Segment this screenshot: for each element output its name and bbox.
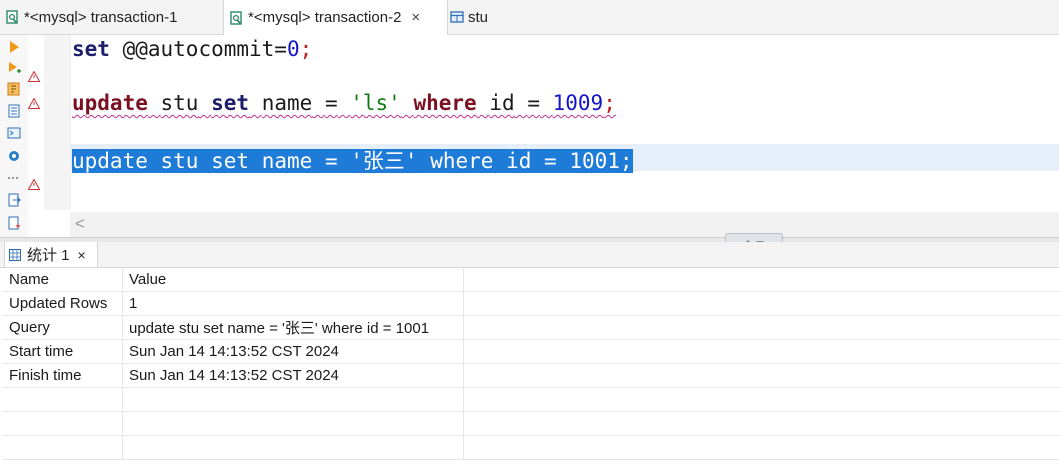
- table-row[interactable]: Finish time Sun Jan 14 14:13:52 CST 2024: [3, 364, 1059, 388]
- code-line-1[interactable]: set @@autocommit=0;: [72, 37, 312, 61]
- tab-label: *<mysql> transaction-1: [24, 9, 177, 26]
- grid-icon: [9, 249, 21, 261]
- column-header[interactable]: Value: [123, 268, 464, 292]
- semicolon: ;: [300, 37, 313, 61]
- code-line-3-selected[interactable]: update stu set name = '张三' where id = 10…: [72, 145, 633, 175]
- warning-icon: [28, 98, 40, 109]
- sql-editor[interactable]: set @@autocommit=0; update stu set name …: [0, 35, 1059, 240]
- table-cell[interactable]: Finish time: [3, 364, 123, 388]
- tab-label: stu: [468, 9, 488, 26]
- table-cell: [123, 388, 464, 412]
- tab-label: *<mysql> transaction-2: [248, 9, 401, 26]
- tab-label: 统计 1: [27, 244, 70, 265]
- code-token: id: [489, 91, 514, 115]
- close-icon[interactable]: ×: [78, 247, 86, 263]
- sql-file-icon: [230, 11, 244, 25]
- empty-cell: [464, 412, 1059, 436]
- code-token: =: [527, 91, 540, 115]
- empty-cell: [464, 292, 1059, 316]
- table-cell[interactable]: Query: [3, 316, 123, 340]
- code-token: =: [544, 149, 557, 173]
- table-cell[interactable]: Updated Rows: [3, 292, 123, 316]
- export-icon[interactable]: [7, 193, 21, 207]
- close-icon[interactable]: ×: [411, 9, 420, 26]
- warning-icon: [28, 179, 40, 190]
- table-cell[interactable]: Start time: [3, 340, 123, 364]
- warning-gutter: [28, 35, 42, 240]
- horizontal-scrollbar[interactable]: <: [70, 212, 1059, 240]
- table-header-row: Name Value: [3, 268, 1059, 292]
- code-token: =: [325, 91, 338, 115]
- table-cell: [3, 412, 123, 436]
- string-literal: '张三': [350, 149, 417, 173]
- empty-cell: [464, 388, 1059, 412]
- table-cell: [3, 436, 123, 460]
- new-file-icon[interactable]: [7, 216, 21, 230]
- tab-transaction-1[interactable]: *<mysql> transaction-1: [6, 0, 218, 34]
- table-row[interactable]: Start time Sun Jan 14 14:13:52 CST 2024: [3, 340, 1059, 364]
- empty-cell: [464, 364, 1059, 388]
- table-cell: [123, 436, 464, 460]
- tab-transaction-2[interactable]: *<mysql> transaction-2 ×: [223, 0, 448, 35]
- keyword: update: [72, 91, 148, 115]
- code-token: =: [325, 149, 338, 173]
- number-literal: 1001: [569, 149, 620, 173]
- gear-icon[interactable]: [7, 149, 21, 163]
- keyword: where: [430, 149, 493, 173]
- number-literal: 0: [287, 37, 300, 61]
- terminal-icon[interactable]: [7, 126, 21, 140]
- editor-toolbar: [0, 35, 28, 240]
- column-header[interactable]: Name: [3, 268, 123, 292]
- keyword: set: [211, 91, 249, 115]
- table-icon: [450, 10, 464, 24]
- warning-icon: [28, 71, 40, 82]
- empty-cell: [464, 340, 1059, 364]
- tab-statistics-1[interactable]: 统计 1 ×: [4, 242, 98, 267]
- number-literal: 1009: [553, 91, 604, 115]
- keyword: where: [413, 91, 476, 115]
- empty-cell: [464, 436, 1059, 460]
- table-row: [3, 412, 1059, 436]
- table-cell[interactable]: update stu set name = '张三' where id = 10…: [123, 316, 464, 340]
- keyword: set: [211, 149, 249, 173]
- keyword: set: [72, 37, 110, 61]
- tab-stu[interactable]: stu: [450, 0, 530, 34]
- more-icon[interactable]: [7, 171, 21, 185]
- code-token: id: [506, 149, 531, 173]
- code-token: stu: [161, 149, 199, 173]
- table-row: [3, 436, 1059, 460]
- empty-cell: [464, 268, 1059, 292]
- semicolon: ;: [603, 91, 616, 115]
- sql-file-icon: [6, 10, 20, 24]
- code-token: stu: [161, 91, 199, 115]
- semicolon: ;: [620, 149, 633, 173]
- code-line-2[interactable]: update stu set name = 'ls' where id = 10…: [72, 91, 616, 115]
- result-table: Name Value Updated Rows 1 Query update s…: [3, 268, 1059, 460]
- table-cell[interactable]: Sun Jan 14 14:13:52 CST 2024: [123, 364, 464, 388]
- script-icon[interactable]: [7, 104, 21, 118]
- table-row[interactable]: Updated Rows 1: [3, 292, 1059, 316]
- line-number-gutter: [44, 35, 71, 210]
- code-token: name: [262, 91, 313, 115]
- table-cell: [3, 388, 123, 412]
- selected-text: update stu set name = '张三' where id = 10…: [72, 149, 633, 173]
- table-cell[interactable]: Sun Jan 14 14:13:52 CST 2024: [123, 340, 464, 364]
- run-icon[interactable]: [7, 40, 21, 54]
- table-row: [3, 388, 1059, 412]
- table-row[interactable]: Query update stu set name = '张三' where i…: [3, 316, 1059, 340]
- run-selected-icon[interactable]: [7, 61, 21, 75]
- code-token: name: [262, 149, 313, 173]
- keyword: update: [72, 149, 148, 173]
- scroll-left-icon[interactable]: <: [75, 214, 85, 234]
- empty-cell: [464, 316, 1059, 340]
- table-cell[interactable]: 1: [123, 292, 464, 316]
- result-tab-bar: 统计 1 ×: [0, 242, 1059, 268]
- string-literal: 'ls': [350, 91, 401, 115]
- explain-icon[interactable]: [7, 82, 21, 96]
- code-token: @@autocommit=: [123, 37, 287, 61]
- editor-tab-bar: *<mysql> transaction-1 *<mysql> transact…: [0, 0, 1059, 35]
- table-cell: [123, 412, 464, 436]
